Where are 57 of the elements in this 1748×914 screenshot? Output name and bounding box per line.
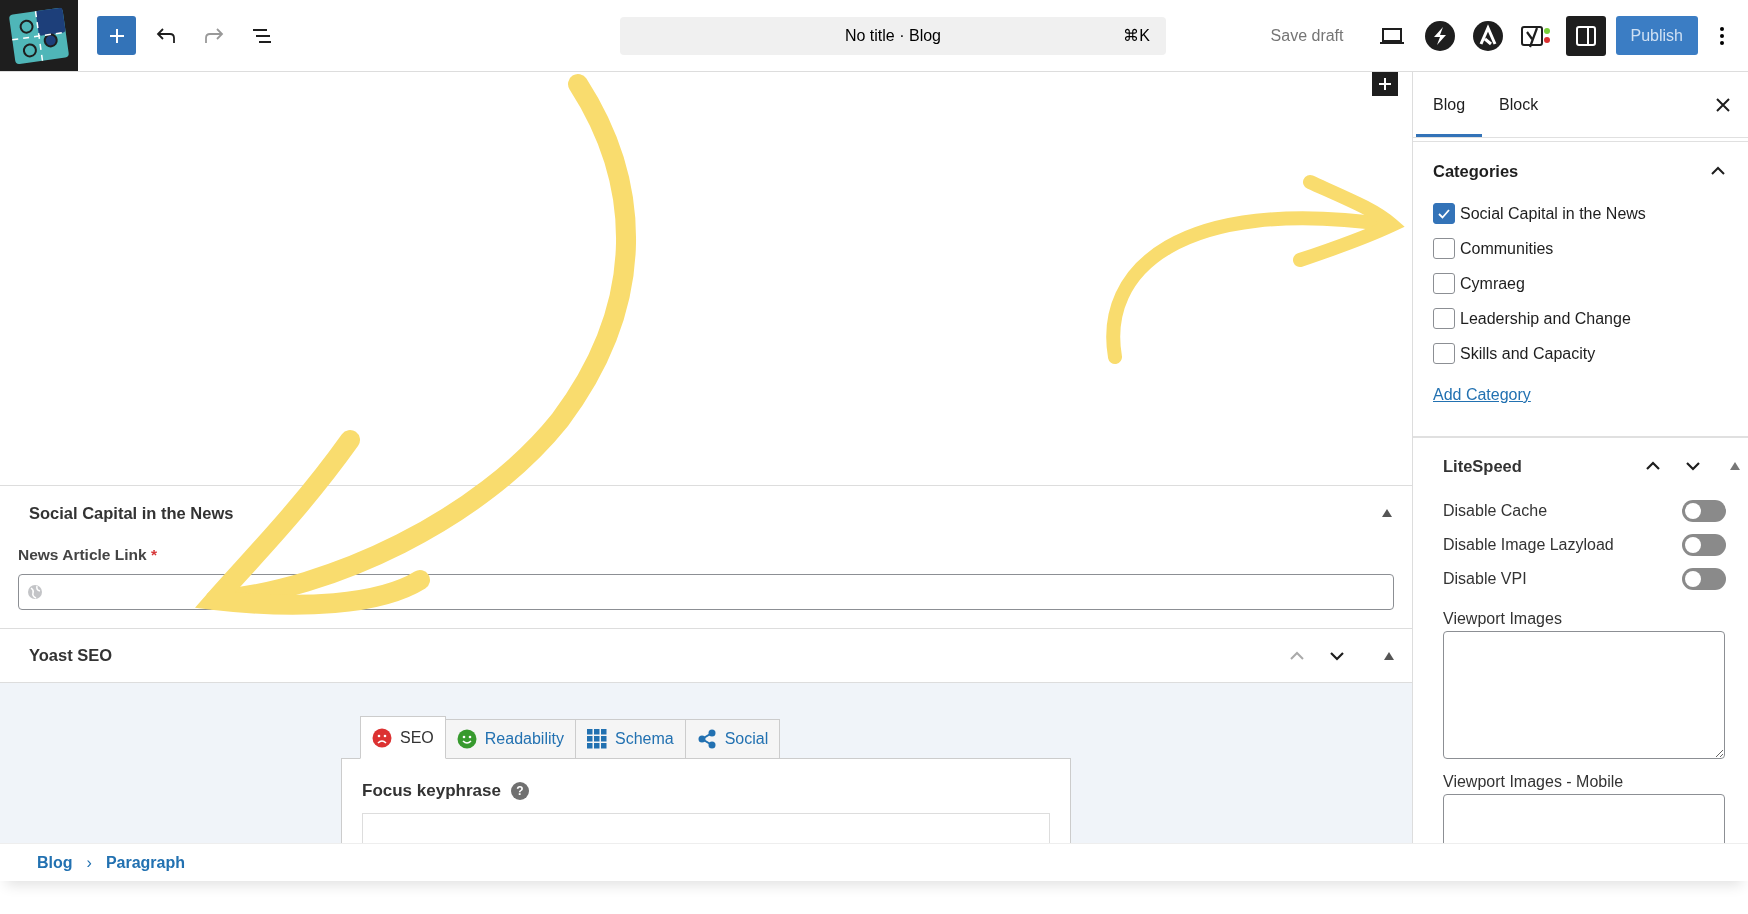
keyphrase-input-field[interactable] <box>362 813 1050 843</box>
globe-icon <box>27 584 43 600</box>
panel-title: Categories <box>1433 161 1519 181</box>
category-label: Skills and Capacity <box>1460 344 1596 363</box>
plus-icon <box>1378 77 1392 91</box>
toggle-switch[interactable] <box>1682 568 1726 590</box>
category-label: Communities <box>1460 239 1554 258</box>
collapse-triangle-icon[interactable] <box>1730 462 1740 470</box>
sad-face-icon <box>372 727 392 748</box>
smiley-face-icon <box>456 729 477 749</box>
add-block-button[interactable] <box>97 16 136 55</box>
puzzle-logo[interactable] <box>0 0 78 71</box>
block-inserter-button[interactable] <box>1372 72 1398 96</box>
category-label: Leadership and Change <box>1460 309 1631 328</box>
panel-title: Yoast SEO <box>29 646 114 665</box>
sidebar-panel-icon <box>1574 24 1597 47</box>
field-label: Focus keyphrase <box>362 781 501 801</box>
add-category-link[interactable]: Add Category <box>1433 386 1531 404</box>
command-palette-button[interactable]: No title · Blog ⌘K <box>620 16 1166 55</box>
checkmark-icon <box>1437 207 1451 220</box>
field-label: Viewport Images - Mobile <box>1443 773 1625 791</box>
panel-title: LiteSpeed <box>1443 456 1523 476</box>
toggle-switch[interactable] <box>1682 534 1726 556</box>
sidebar-tab[interactable]: Blog <box>1416 72 1483 137</box>
grid-icon <box>586 729 607 749</box>
toggle-label: Disable Image Lazyload <box>1443 536 1614 554</box>
panel-title: Social Capital in the News <box>29 503 234 523</box>
share-icon <box>696 729 717 749</box>
toggle-switch[interactable] <box>1682 500 1726 522</box>
toggle-label: Disable VPI <box>1443 570 1527 588</box>
checkbox[interactable] <box>1433 343 1455 364</box>
breadcrumb-link[interactable]: Blog <box>37 853 73 872</box>
seo-tab[interactable]: SEO <box>360 716 446 759</box>
checkbox[interactable] <box>1433 273 1455 294</box>
collapse-triangle-icon[interactable] <box>1382 509 1392 517</box>
sidebar-toggle-button[interactable] <box>1565 15 1606 56</box>
field-label: Viewport Images <box>1443 610 1563 628</box>
checkbox[interactable] <box>1433 238 1455 259</box>
checkbox[interactable] <box>1433 308 1455 329</box>
checkbox[interactable] <box>1433 203 1455 224</box>
seo-tab[interactable]: Readability <box>445 719 576 759</box>
save-draft-button[interactable]: Save draft <box>1264 25 1350 46</box>
shortcut-hint: ⌘K <box>1123 26 1150 45</box>
toggle-label: Disable Cache <box>1443 502 1548 520</box>
field-label: News Article Link * <box>18 546 158 564</box>
text-area[interactable] <box>1443 631 1725 759</box>
publish-button[interactable]: Publish <box>1615 16 1698 55</box>
sidebar-tab[interactable]: Block <box>1482 72 1556 137</box>
category-label: Cymraeg <box>1460 274 1525 293</box>
seo-tab[interactable]: Schema <box>575 719 686 759</box>
breadcrumb-link[interactable]: Paragraph <box>105 853 185 872</box>
url-input-field[interactable] <box>18 574 1394 610</box>
collapse-triangle-icon[interactable] <box>1384 651 1394 660</box>
seo-tab[interactable]: Social <box>685 719 781 759</box>
breadcrumb-separator: › <box>86 853 92 872</box>
help-icon[interactable]: ? <box>510 782 529 800</box>
category-label: Social Capital in the News <box>1460 204 1646 223</box>
